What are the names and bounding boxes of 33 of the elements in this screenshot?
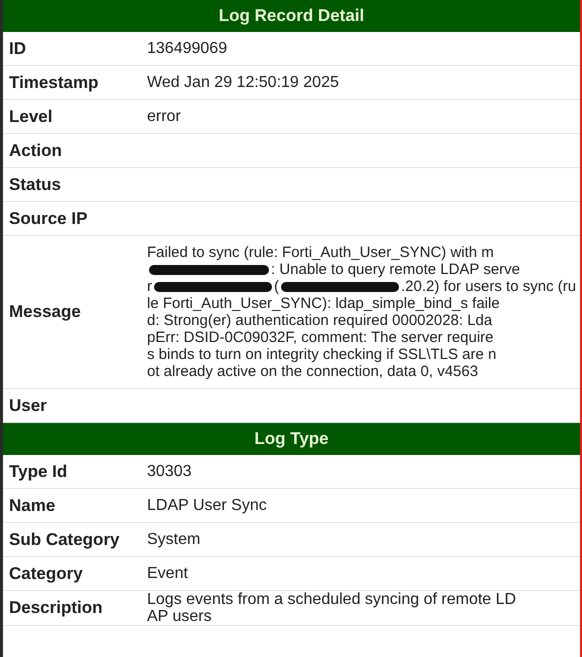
message-text: Failed to sync (rule: Forti_Auth_User_SYNC) with m <box>147 244 494 261</box>
field-value: LDAP User Sync <box>147 497 267 514</box>
field-label: Category <box>8 564 84 584</box>
message-text: : Unable to query remote LDAP serve <box>271 261 520 278</box>
field-value: 30303 <box>147 463 192 480</box>
field-label: Sub Category <box>8 530 121 550</box>
message-text: s binds to turn on integrity checking if SSL\TLS are n <box>147 346 496 363</box>
message-text: pErr: DSID-0C09032F, comment: The server require <box>147 329 494 346</box>
field-label: ID <box>8 38 27 58</box>
field-value: error <box>147 108 181 125</box>
message-text: d: Strong(er) authentication required 00002028: Lda <box>147 312 492 329</box>
field-label: User <box>8 396 48 416</box>
message-text: ot already active on the connection, data 0, v4563 <box>147 363 478 380</box>
field-label: Action <box>8 140 63 160</box>
message-text: r <box>147 278 152 295</box>
field-value: Wed Jan 29 12:50:19 2025 <box>147 74 339 91</box>
field-label: Source IP <box>8 208 88 228</box>
section-header: Log Record Detail <box>3 0 580 32</box>
section-header: Log Type <box>3 423 580 455</box>
field-label: Name <box>8 496 56 516</box>
field-label: Level <box>8 106 54 126</box>
field-value: Event <box>147 565 188 582</box>
field-label: Description <box>8 598 104 618</box>
field-value: 136499069 <box>147 40 228 57</box>
message-text: .20.2) for users to sync (ru <box>401 278 576 295</box>
field-value: Logs events from a scheduled syncing of remote LD AP users <box>147 591 516 625</box>
field-label: Status <box>8 174 62 194</box>
field-label: Timestamp <box>8 72 100 92</box>
field-label: Message <box>8 302 82 322</box>
message-text: le Forti_Auth_User_SYNC): ldap_simple_bind_s faile <box>147 295 500 312</box>
field-value: System <box>147 531 200 548</box>
field-label: Type Id <box>8 462 68 482</box>
message-text: ( <box>274 278 279 295</box>
